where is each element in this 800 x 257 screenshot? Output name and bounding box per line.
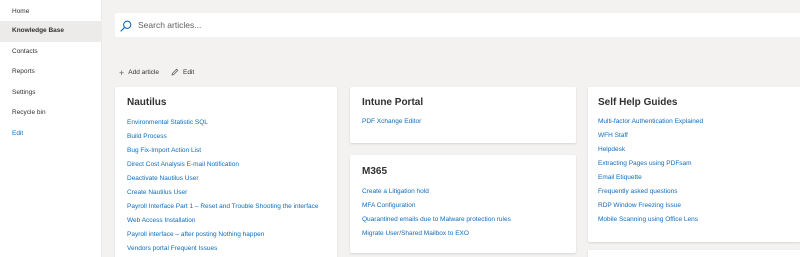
article-link[interactable]: Mobile Scanning using Office Lens (598, 216, 698, 223)
article-link[interactable]: Create Nautilus User (127, 189, 187, 196)
list-item: MFA Configuration (362, 196, 511, 210)
nav-item-home[interactable]: Home (0, 2, 101, 21)
article-list: Environmental Statistic SQL Build Proces… (127, 113, 319, 253)
article-link[interactable]: Payroll interface – after posting Nothin… (127, 231, 264, 238)
category-card-self-help-guides: Self Help Guides Multi-factor Authentica… (588, 87, 800, 242)
list-item: Payroll Interface Part 1 – Reset and Tro… (127, 197, 319, 211)
article-link[interactable]: PDF Xchange Editor (362, 118, 421, 125)
add-article-label: Add article (128, 69, 159, 76)
edit-label: Edit (182, 69, 195, 76)
list-item: Direct Cost Analysis E-mail Notification (127, 155, 319, 169)
article-link[interactable]: Build Process (127, 133, 167, 140)
nav-item-settings[interactable]: Settings (0, 83, 101, 104)
category-card-partial (588, 250, 800, 257)
list-item: Mobile Scanning using Office Lens (598, 210, 703, 224)
list-item: Deactivate Nautilus User (127, 169, 319, 183)
left-navigation: Home Knowledge Base Contacts Reports Set… (0, 0, 102, 257)
list-item: Create a Litigation hold (362, 182, 511, 196)
card-title: M365 (362, 166, 388, 177)
article-link[interactable]: Quarantined emails due to Malware protec… (362, 216, 511, 223)
list-item: WFH Staff (598, 126, 703, 140)
list-item: Payroll interface – after posting Nothin… (127, 225, 319, 239)
article-link[interactable]: Vendors portal Frequent Issues (127, 245, 217, 252)
list-item: PDF Xchange Editor (362, 112, 421, 126)
list-item: Create Nautilus User (127, 183, 319, 197)
article-link[interactable]: WFH Staff (598, 132, 628, 139)
article-link[interactable]: Frequently asked questions (598, 188, 678, 195)
article-link[interactable]: Deactivate Nautilus User (127, 175, 199, 182)
article-list: Create a Litigation hold MFA Configurati… (362, 182, 511, 238)
list-item: Quarantined emails due to Malware protec… (362, 210, 511, 224)
nav-item-knowledge-base[interactable]: Knowledge Base (0, 21, 101, 42)
article-link[interactable]: MFA Configuration (362, 202, 415, 209)
search-box[interactable]: Search articles... (115, 13, 800, 37)
article-link[interactable]: Bug Fix-Import Action List (127, 147, 201, 154)
add-article-button[interactable]: + Add article (119, 67, 159, 78)
nav-item-reports[interactable]: Reports (0, 62, 101, 83)
list-item: Environmental Statistic SQL (127, 113, 319, 127)
article-link[interactable]: RDP Window Freezing Issue (598, 202, 681, 209)
list-item: Frequently asked questions (598, 182, 703, 196)
edit-button[interactable]: Edit (171, 68, 194, 77)
article-link[interactable]: Email Etiquette (598, 174, 642, 181)
list-item: RDP Window Freezing Issue (598, 196, 703, 210)
command-bar: + Add article Edit (119, 68, 206, 77)
list-item: Multi-factor Authentication Explained (598, 112, 703, 126)
article-link[interactable]: Payroll Interface Part 1 – Reset and Tro… (127, 203, 319, 210)
article-link[interactable]: Helpdesk (598, 146, 625, 153)
list-item: Build Process (127, 127, 319, 141)
list-item: Extracting Pages using PDFsam (598, 154, 703, 168)
nav-edit-link[interactable]: Edit (0, 124, 101, 145)
search-input[interactable]: Search articles... (138, 20, 201, 30)
article-link[interactable]: Multi-factor Authentication Explained (598, 118, 703, 125)
article-link[interactable]: Environmental Statistic SQL (127, 119, 208, 126)
plus-icon: + (119, 67, 125, 78)
list-item: Vendors portal Frequent Issues (127, 239, 319, 253)
article-list: PDF Xchange Editor (362, 112, 421, 126)
list-item: Web Access Installation (127, 211, 319, 225)
list-item: Migrate User/Shared Mailbox to EXO (362, 224, 511, 238)
list-item: Email Etiquette (598, 168, 703, 182)
article-list: Multi-factor Authentication Explained WF… (598, 112, 703, 224)
category-card-nautilus: Nautilus Environmental Statistic SQL Bui… (115, 87, 337, 257)
list-item: Bug Fix-Import Action List (127, 141, 319, 155)
category-card-m365: M365 Create a Litigation hold MFA Config… (350, 155, 576, 253)
card-title: Intune Portal (362, 97, 424, 108)
article-link[interactable]: Create a Litigation hold (362, 188, 429, 195)
main-content: Search articles... + Add article Edit Na… (102, 0, 800, 257)
list-item: Helpdesk (598, 140, 703, 154)
article-link[interactable]: Direct Cost Analysis E-mail Notification (127, 161, 239, 168)
nav-item-contacts[interactable]: Contacts (0, 42, 101, 63)
article-link[interactable]: Web Access Installation (127, 217, 196, 224)
search-icon (120, 19, 132, 32)
card-title: Self Help Guides (598, 97, 678, 108)
nav-item-recycle-bin[interactable]: Recycle bin (0, 103, 101, 124)
article-link[interactable]: Extracting Pages using PDFsam (598, 160, 692, 167)
category-card-intune-portal: Intune Portal PDF Xchange Editor (350, 87, 576, 143)
card-title: Nautilus (127, 97, 167, 108)
pencil-icon (171, 68, 179, 77)
article-link[interactable]: Migrate User/Shared Mailbox to EXO (362, 230, 469, 237)
